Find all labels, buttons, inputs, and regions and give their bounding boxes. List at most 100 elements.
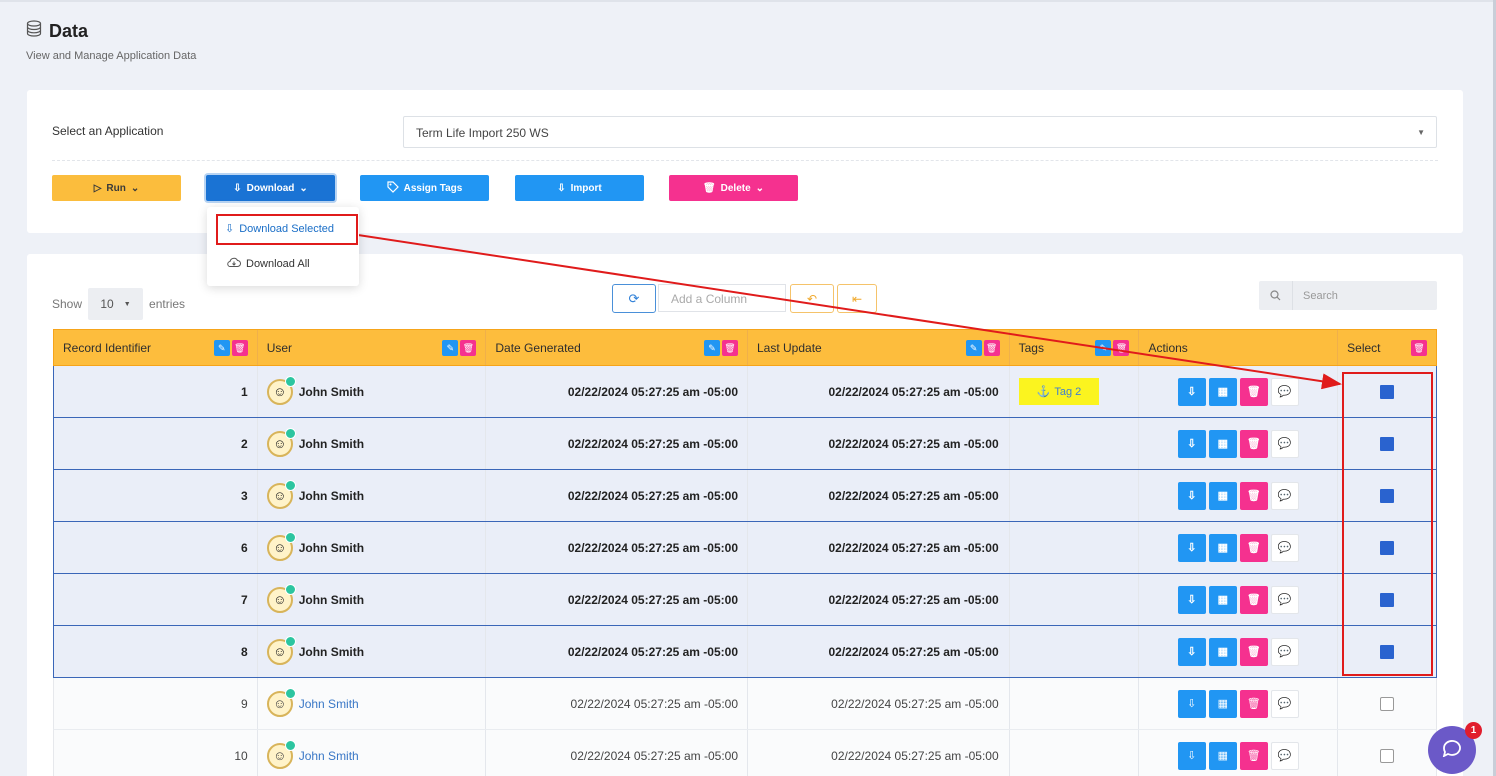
row-select-checkbox[interactable]: [1380, 696, 1395, 711]
download-record-button[interactable]: ⇩: [1177, 481, 1206, 510]
download-record-button[interactable]: ⇩: [1177, 689, 1206, 718]
cell-record-identifier: 1: [54, 366, 258, 417]
download-icon: ⇩: [1187, 594, 1197, 606]
edit-column-icon[interactable]: ✎: [1095, 340, 1112, 356]
user-name[interactable]: John Smith: [299, 749, 359, 763]
comment-button[interactable]: 💬: [1270, 481, 1299, 510]
search-placeholder: Search: [1303, 289, 1338, 302]
edit-column-icon[interactable]: ✎: [442, 340, 459, 356]
comment-icon: 💬: [1277, 542, 1292, 554]
comment-icon: 💬: [1277, 386, 1292, 398]
annotation-highlight-download-selected: [216, 214, 358, 245]
column-header-user[interactable]: User ✎ 🗑: [258, 330, 487, 365]
comment-button[interactable]: 💬: [1270, 585, 1299, 614]
download-button[interactable]: ⇩ Download ⌄: [206, 175, 335, 201]
delete-button[interactable]: 🗑 Delete ⌄: [669, 175, 798, 201]
table-row[interactable]: 8 ☺ John Smith 02/22/2024 05:27:25 am -0…: [53, 626, 1437, 678]
user-name[interactable]: John Smith: [299, 697, 359, 711]
download-record-button[interactable]: ⇩: [1177, 429, 1206, 458]
table-row[interactable]: 7 ☺ John Smith 02/22/2024 05:27:25 am -0…: [53, 574, 1437, 626]
comment-button[interactable]: 💬: [1270, 533, 1299, 562]
calendar-button[interactable]: ▦: [1208, 533, 1237, 562]
delete-column-icon[interactable]: 🗑: [983, 340, 1000, 356]
edit-column-icon[interactable]: ✎: [704, 340, 720, 356]
top-border: [0, 0, 1496, 2]
divider: [52, 160, 1438, 161]
delete-record-button[interactable]: 🗑: [1239, 741, 1268, 770]
calendar-button[interactable]: ▦: [1208, 429, 1237, 458]
import-icon: ⇩: [557, 182, 566, 194]
edit-column-icon[interactable]: ✎: [965, 340, 982, 356]
delete-record-button[interactable]: 🗑: [1239, 585, 1268, 614]
comment-button[interactable]: 💬: [1270, 637, 1299, 666]
delete-record-button[interactable]: 🗑: [1239, 481, 1268, 510]
download-record-button[interactable]: ⇩: [1177, 637, 1206, 666]
delete-column-icon[interactable]: 🗑: [231, 340, 248, 356]
application-select[interactable]: Term Life Import 250 WS ▼: [403, 116, 1437, 148]
entries-select[interactable]: 10 ▼: [88, 288, 144, 320]
tag-badge[interactable]: ⚓ Tag 2: [1018, 378, 1100, 405]
comment-button[interactable]: 💬: [1270, 689, 1299, 718]
search-input[interactable]: Search: [1259, 281, 1437, 310]
export-button[interactable]: ⇤: [837, 284, 877, 313]
table-row[interactable]: 2 ☺ John Smith 02/22/2024 05:27:25 am -0…: [53, 418, 1437, 470]
column-header-last-update[interactable]: Last Update ✎ 🗑: [748, 330, 1010, 365]
add-column-input[interactable]: Add a Column: [658, 284, 786, 312]
avatar: ☺: [266, 739, 296, 769]
cell-tags: [1010, 522, 1140, 573]
calendar-button[interactable]: ▦: [1208, 689, 1237, 718]
download-record-button[interactable]: ⇩: [1177, 377, 1206, 406]
delete-record-button[interactable]: 🗑: [1239, 689, 1268, 718]
refresh-button[interactable]: ⟳: [612, 284, 656, 313]
row-select-checkbox[interactable]: [1380, 748, 1395, 763]
download-record-button[interactable]: ⇩: [1177, 741, 1206, 770]
avatar: ☺: [266, 687, 296, 717]
table-row[interactable]: 3 ☺ John Smith 02/22/2024 05:27:25 am -0…: [53, 470, 1437, 522]
comment-icon: 💬: [1277, 698, 1292, 710]
comment-button[interactable]: 💬: [1270, 377, 1299, 406]
table-row[interactable]: 1 ☺ John Smith 02/22/2024 05:27:25 am -0…: [53, 366, 1437, 418]
page-title-text: Data: [49, 20, 89, 41]
calendar-button[interactable]: ▦: [1208, 637, 1237, 666]
column-header-tags[interactable]: Tags ✎ 🗑: [1010, 330, 1140, 365]
calendar-button[interactable]: ▦: [1208, 741, 1237, 770]
delete-column-icon[interactable]: 🗑: [722, 340, 738, 356]
undo-button[interactable]: ↶: [790, 284, 834, 313]
column-header-actions[interactable]: Actions: [1139, 330, 1339, 365]
assign-tags-button[interactable]: Assign Tags: [360, 175, 489, 201]
import-button[interactable]: ⇩ Import: [515, 175, 644, 201]
table-row[interactable]: 10 ☺ John Smith 02/22/2024 05:27:25 am -…: [53, 730, 1437, 776]
delete-record-button[interactable]: 🗑: [1239, 533, 1268, 562]
edit-column-icon[interactable]: ✎: [213, 340, 230, 356]
calendar-icon: ▦: [1217, 542, 1228, 554]
cell-tags: [1010, 418, 1140, 469]
calendar-button[interactable]: ▦: [1208, 585, 1237, 614]
cell-select: [1338, 678, 1436, 729]
download-all-menu-item[interactable]: Download All: [227, 257, 310, 271]
delete-record-button[interactable]: 🗑: [1239, 429, 1268, 458]
comment-button[interactable]: 💬: [1270, 741, 1299, 770]
download-record-button[interactable]: ⇩: [1177, 533, 1206, 562]
application-select-value: Term Life Import 250 WS: [416, 126, 549, 140]
comment-button[interactable]: 💬: [1270, 429, 1299, 458]
delete-record-button[interactable]: 🗑: [1239, 637, 1268, 666]
avatar: ☺: [266, 635, 296, 665]
download-record-button[interactable]: ⇩: [1177, 585, 1206, 614]
chat-launcher-button[interactable]: 1: [1428, 722, 1482, 774]
calendar-button[interactable]: ▦: [1208, 481, 1237, 510]
data-table-card: Show 10 ▼ entries ⟳ Add a Column ↶ ⇤ Sea…: [27, 254, 1463, 776]
cell-date-generated: 02/22/2024 05:27:25 am -05:00: [486, 522, 748, 573]
delete-record-button[interactable]: 🗑: [1239, 377, 1268, 406]
calendar-button[interactable]: ▦: [1208, 377, 1237, 406]
cell-last-update: 02/22/2024 05:27:25 am -05:00: [748, 730, 1010, 776]
run-button[interactable]: ▷ Run ⌄: [52, 175, 181, 201]
delete-column-icon[interactable]: 🗑: [460, 340, 477, 356]
chevron-down-icon: ⌄: [299, 182, 308, 194]
column-header-record-identifier[interactable]: Record Identifier ✎ 🗑: [54, 330, 258, 365]
delete-column-icon[interactable]: 🗑: [1113, 340, 1130, 356]
column-header-date-generated[interactable]: Date Generated ✎ 🗑: [486, 330, 748, 365]
table-row[interactable]: 9 ☺ John Smith 02/22/2024 05:27:25 am -0…: [53, 678, 1437, 730]
column-header-select[interactable]: Select 🗑: [1338, 330, 1436, 365]
table-row[interactable]: 6 ☺ John Smith 02/22/2024 05:27:25 am -0…: [53, 522, 1437, 574]
delete-column-icon[interactable]: 🗑: [1411, 340, 1427, 356]
